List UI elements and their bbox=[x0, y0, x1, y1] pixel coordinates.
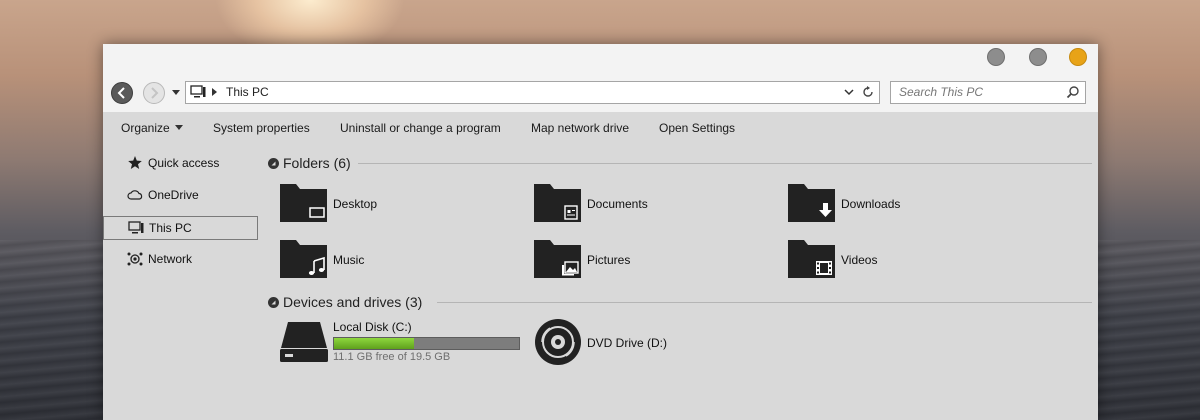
caret-down-icon bbox=[174, 125, 183, 130]
open-settings-button[interactable]: Open Settings bbox=[659, 120, 735, 136]
forward-button[interactable] bbox=[143, 82, 165, 104]
refresh-icon[interactable] bbox=[861, 85, 875, 99]
music-folder-icon bbox=[280, 240, 327, 278]
documents-folder-icon bbox=[534, 184, 581, 222]
back-button[interactable] bbox=[111, 82, 133, 104]
sidebar-item-network[interactable]: Network bbox=[103, 248, 257, 271]
folder-desktop[interactable]: Desktop bbox=[280, 184, 510, 224]
close-button[interactable] bbox=[1069, 48, 1087, 66]
system-properties-button[interactable]: System properties bbox=[213, 120, 310, 136]
maximize-button[interactable] bbox=[1029, 48, 1047, 66]
command-bar: Organize System properties Uninstall or … bbox=[103, 112, 1098, 144]
disk-free-space: 11.1 GB free of 19.5 GB bbox=[333, 351, 451, 363]
folder-label: Documents bbox=[587, 197, 648, 211]
network-icon bbox=[127, 252, 143, 266]
dvd-drive-label: DVD Drive (D:) bbox=[587, 336, 667, 350]
desktop-folder-icon bbox=[280, 184, 327, 222]
folder-label: Downloads bbox=[841, 197, 901, 211]
folders-heading: Folders (6) bbox=[283, 155, 351, 171]
folder-music[interactable]: Music bbox=[280, 240, 510, 280]
folder-label: Videos bbox=[841, 253, 878, 267]
disk-usage-fill bbox=[334, 338, 414, 349]
collapse-icon[interactable] bbox=[268, 297, 279, 308]
folder-documents[interactable]: Documents bbox=[534, 184, 764, 224]
folder-pictures[interactable]: Pictures bbox=[534, 240, 764, 280]
sidebar-label: Network bbox=[148, 252, 193, 266]
title-bar: This PC Search This PC bbox=[103, 44, 1098, 112]
minimize-button[interactable] bbox=[987, 48, 1005, 66]
search-placeholder: Search This PC bbox=[899, 85, 984, 99]
sidebar-item-quick-access[interactable]: Quick access bbox=[103, 152, 257, 175]
uninstall-program-button[interactable]: Uninstall or change a program bbox=[340, 120, 501, 136]
chevron-down-icon[interactable] bbox=[843, 86, 855, 98]
search-icon[interactable] bbox=[1066, 85, 1080, 99]
organize-menu[interactable]: Organize bbox=[121, 120, 183, 136]
breadcrumb-this-pc[interactable]: This PC bbox=[226, 85, 269, 100]
folders-divider bbox=[358, 163, 1092, 164]
computer-icon bbox=[190, 85, 206, 98]
computer-icon bbox=[128, 221, 144, 234]
explorer-window: This PC Search This PC Organize System p… bbox=[103, 44, 1098, 420]
folder-label: Desktop bbox=[333, 197, 378, 211]
sidebar-label: This PC bbox=[149, 221, 192, 235]
sidebar-item-onedrive[interactable]: OneDrive bbox=[103, 184, 257, 207]
devices-heading: Devices and drives (3) bbox=[283, 294, 423, 310]
folder-videos[interactable]: Videos bbox=[788, 240, 1018, 280]
folder-label: Pictures bbox=[587, 253, 631, 267]
dvd-disc-icon bbox=[535, 319, 581, 365]
sidebar-label: OneDrive bbox=[148, 188, 199, 202]
pictures-folder-icon bbox=[534, 240, 581, 278]
downloads-folder-icon bbox=[788, 184, 835, 222]
devices-divider bbox=[437, 302, 1092, 303]
map-network-drive-button[interactable]: Map network drive bbox=[531, 120, 629, 136]
folder-label: Music bbox=[333, 253, 365, 267]
folder-downloads[interactable]: Downloads bbox=[788, 184, 1018, 224]
arrow-left-icon bbox=[117, 87, 125, 99]
collapse-icon[interactable] bbox=[268, 158, 279, 169]
videos-folder-icon bbox=[788, 240, 835, 278]
star-pin-icon bbox=[128, 156, 142, 169]
cloud-icon bbox=[127, 190, 143, 200]
sidebar-label: Quick access bbox=[148, 156, 220, 170]
address-bar[interactable]: This PC bbox=[185, 81, 880, 104]
sidebar-item-this-pc[interactable]: This PC bbox=[103, 216, 258, 240]
hard-drive-icon bbox=[280, 322, 328, 362]
search-box[interactable]: Search This PC bbox=[890, 81, 1086, 104]
arrow-right-icon bbox=[151, 87, 159, 99]
breadcrumb-arrow-icon[interactable] bbox=[212, 87, 218, 97]
local-disk-label: Local Disk (C:) bbox=[333, 320, 412, 334]
disk-usage-bar bbox=[333, 337, 520, 350]
organize-label: Organize bbox=[121, 121, 170, 135]
recent-locations-dropdown[interactable] bbox=[170, 84, 182, 100]
